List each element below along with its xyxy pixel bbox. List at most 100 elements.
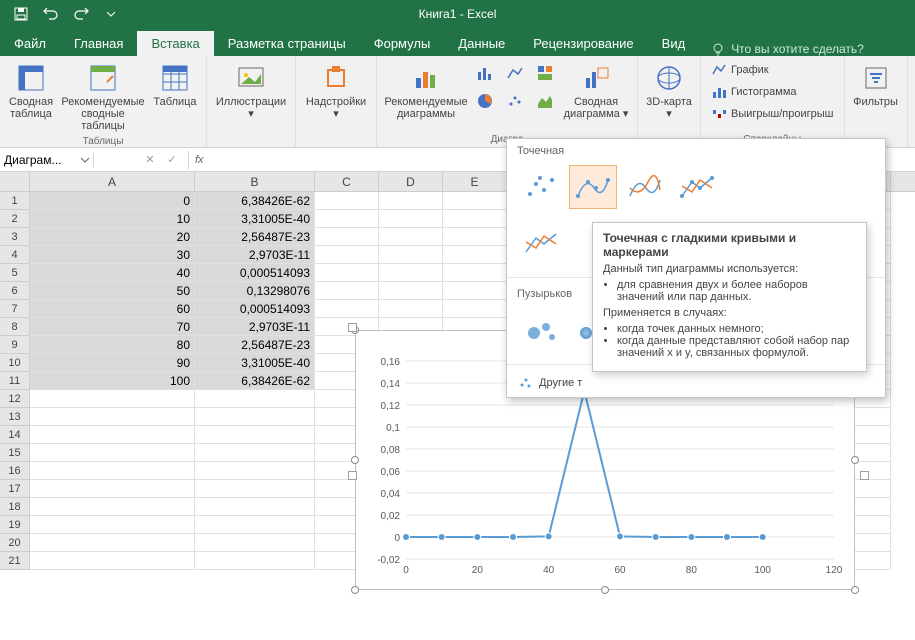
cell[interactable] (443, 282, 507, 300)
cell[interactable] (315, 264, 379, 282)
cell[interactable] (195, 426, 315, 444)
cell[interactable] (315, 246, 379, 264)
row-header[interactable]: 5 (0, 264, 30, 282)
cell[interactable] (30, 534, 195, 552)
cell[interactable] (195, 516, 315, 534)
row-header[interactable]: 2 (0, 210, 30, 228)
cell[interactable] (30, 426, 195, 444)
cell[interactable] (195, 408, 315, 426)
cell[interactable]: 6,38426E-62 (195, 372, 315, 390)
cell[interactable] (30, 390, 195, 408)
cell[interactable] (30, 408, 195, 426)
cell[interactable] (195, 534, 315, 552)
tab-data[interactable]: Данные (444, 31, 519, 56)
cell[interactable] (379, 210, 443, 228)
cell[interactable]: 3,31005E-40 (195, 210, 315, 228)
cell[interactable] (379, 300, 443, 318)
cell[interactable] (30, 480, 195, 498)
cell[interactable] (443, 228, 507, 246)
col-header-D[interactable]: D (379, 172, 443, 191)
undo-button[interactable] (38, 3, 64, 25)
tab-view[interactable]: Вид (648, 31, 700, 56)
row-header[interactable]: 12 (0, 390, 30, 408)
tab-file[interactable]: Файл (0, 31, 60, 56)
row-header[interactable]: 7 (0, 300, 30, 318)
row-header[interactable]: 8 (0, 318, 30, 336)
cell[interactable]: 3,31005E-40 (195, 354, 315, 372)
cell[interactable]: 60 (30, 300, 195, 318)
row-header[interactable]: 17 (0, 480, 30, 498)
cell[interactable]: 40 (30, 264, 195, 282)
cell[interactable] (315, 282, 379, 300)
cell[interactable]: 90 (30, 354, 195, 372)
tab-home[interactable]: Главная (60, 31, 137, 56)
cell[interactable] (379, 246, 443, 264)
cell[interactable]: 20 (30, 228, 195, 246)
col-header-C[interactable]: C (315, 172, 379, 191)
cell[interactable]: 50 (30, 282, 195, 300)
cell[interactable]: 2,9703E-11 (195, 246, 315, 264)
tab-review[interactable]: Рецензирование (519, 31, 647, 56)
cell[interactable] (195, 552, 315, 570)
cell[interactable] (195, 462, 315, 480)
save-button[interactable] (8, 3, 34, 25)
table-button[interactable]: Таблица (150, 60, 200, 110)
recommended-pivot-button[interactable]: Рекомендуемые сводные таблицы (58, 60, 148, 134)
cell[interactable]: 70 (30, 318, 195, 336)
cell[interactable]: 6,38426E-62 (195, 192, 315, 210)
row-header[interactable]: 21 (0, 552, 30, 570)
accept-formula-button[interactable]: ✓ (162, 151, 182, 169)
filters-button[interactable]: Фильтры (851, 60, 901, 110)
cell[interactable] (30, 516, 195, 534)
cell[interactable]: 0,000514093 (195, 264, 315, 282)
cell[interactable]: 0,13298076 (195, 282, 315, 300)
col-header-A[interactable]: A (30, 172, 195, 191)
selection-handle[interactable] (348, 323, 357, 332)
cell[interactable] (30, 444, 195, 462)
cell[interactable] (379, 192, 443, 210)
cell[interactable]: 10 (30, 210, 195, 228)
cell[interactable]: 0,000514093 (195, 300, 315, 318)
cell[interactable] (30, 552, 195, 570)
selection-handle[interactable] (348, 471, 357, 480)
name-box[interactable]: Диаграм... (0, 153, 94, 167)
cell[interactable] (195, 480, 315, 498)
fx-label[interactable]: fx (189, 154, 204, 166)
row-header[interactable]: 10 (0, 354, 30, 372)
cell[interactable] (443, 264, 507, 282)
cell[interactable] (443, 246, 507, 264)
cell[interactable]: 0 (30, 192, 195, 210)
cell[interactable]: 2,9703E-11 (195, 318, 315, 336)
cancel-formula-button[interactable]: ✕ (140, 151, 160, 169)
scatter-chart-button[interactable] (501, 88, 529, 114)
sparkline-column-button[interactable]: Гистограмма (707, 82, 838, 102)
column-chart-button[interactable] (471, 60, 499, 86)
col-header-E[interactable]: E (443, 172, 507, 191)
cell[interactable] (443, 210, 507, 228)
scatter-straight-markers-option[interactable] (673, 165, 721, 209)
pie-chart-button[interactable] (471, 88, 499, 114)
row-header[interactable]: 14 (0, 426, 30, 444)
cell[interactable] (30, 462, 195, 480)
cell[interactable] (315, 192, 379, 210)
scatter-straight-option[interactable] (517, 221, 565, 265)
scatter-smooth-option[interactable] (621, 165, 669, 209)
sparkline-winloss-button[interactable]: Выигрыш/проигрыш (707, 104, 838, 124)
row-header[interactable]: 15 (0, 444, 30, 462)
scatter-markers-option[interactable] (517, 165, 565, 209)
cell[interactable] (443, 300, 507, 318)
scatter-smooth-markers-option[interactable] (569, 165, 617, 209)
cell[interactable] (315, 210, 379, 228)
tab-insert[interactable]: Вставка (137, 31, 213, 56)
cell[interactable] (379, 282, 443, 300)
row-header[interactable]: 3 (0, 228, 30, 246)
row-header[interactable]: 9 (0, 336, 30, 354)
row-header[interactable]: 16 (0, 462, 30, 480)
qat-customize[interactable] (98, 3, 124, 25)
row-header[interactable]: 19 (0, 516, 30, 534)
cell[interactable] (195, 444, 315, 462)
cell[interactable]: 30 (30, 246, 195, 264)
tab-formulas[interactable]: Формулы (360, 31, 445, 56)
row-header[interactable]: 11 (0, 372, 30, 390)
hierarchy-chart-button[interactable] (531, 60, 559, 86)
